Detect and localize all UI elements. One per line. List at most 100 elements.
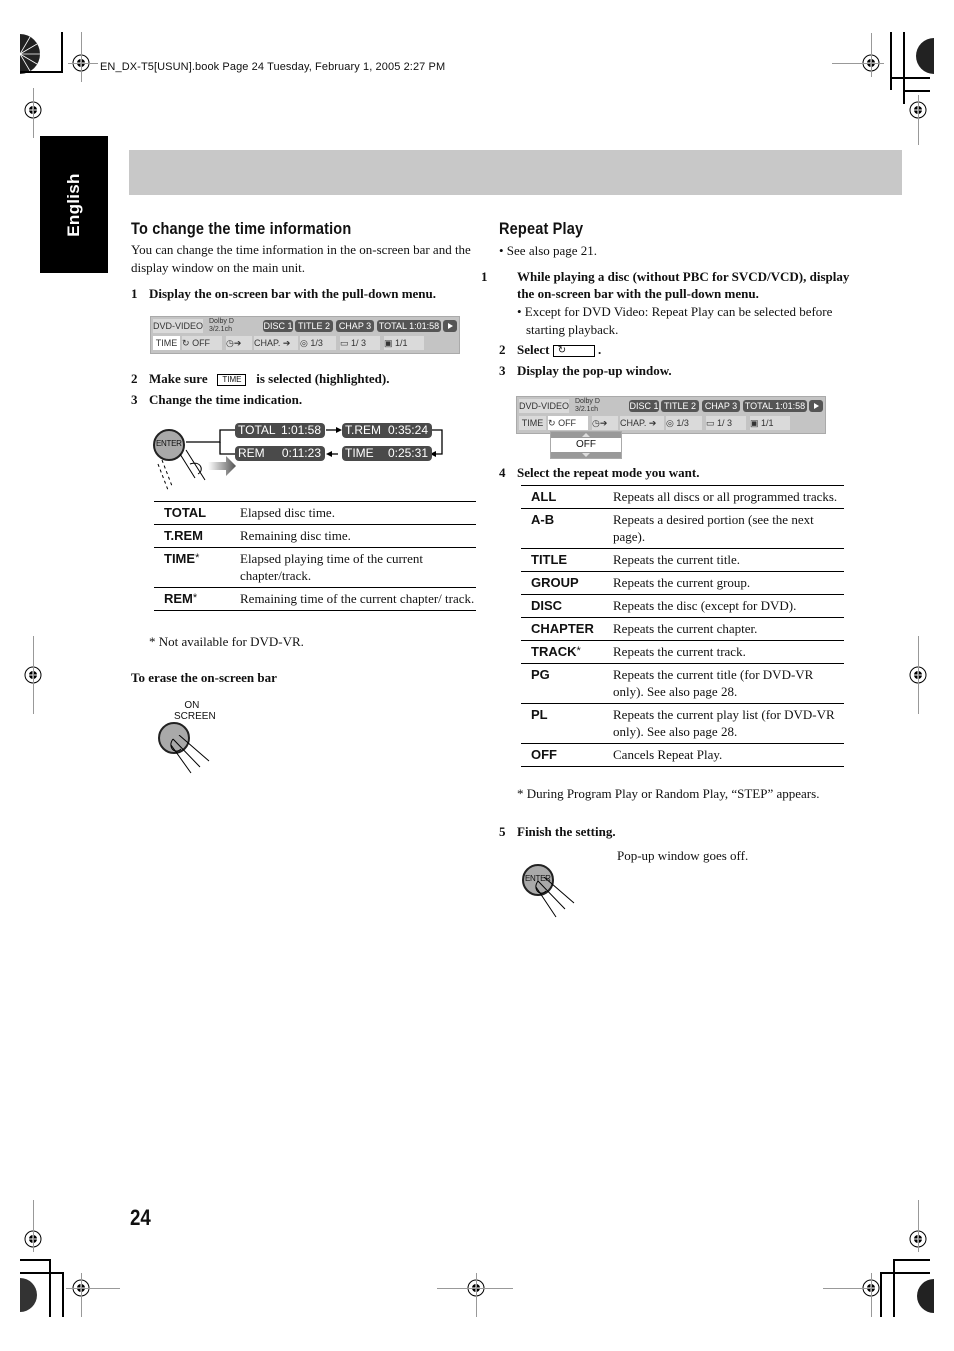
erase-bar-heading: To erase the on-screen bar bbox=[131, 670, 277, 685]
table-description: Repeats the current title (for DVD-VR on… bbox=[613, 663, 844, 704]
table-description: Repeats the current title. bbox=[613, 548, 844, 572]
osd-disc: DISC 1 bbox=[629, 400, 659, 412]
osd-total-time: TOTAL 1:01:58 bbox=[377, 320, 441, 332]
registration-starburst-icon bbox=[20, 1278, 37, 1312]
scroll-up-icon[interactable] bbox=[551, 432, 621, 438]
time-step-3: 3 Change the time indication. bbox=[131, 392, 303, 407]
table-key: PL bbox=[521, 703, 613, 744]
language-tab-label: English bbox=[64, 172, 83, 237]
play-icon bbox=[809, 400, 823, 412]
time-step-1: 1 Display the on-screen bar with the pull… bbox=[131, 286, 436, 301]
page-number: 24 bbox=[130, 1205, 151, 1230]
osd-audio-format: Dolby D 3/2.1ch bbox=[575, 398, 600, 413]
repeat-step-5: 5 Finish the setting. bbox=[499, 824, 616, 839]
osd-title: TITLE 2 bbox=[295, 320, 333, 332]
table-key: TOTAL bbox=[154, 501, 240, 525]
registration-starburst-icon bbox=[917, 1279, 934, 1313]
table-row: TITLE Repeats the current title. bbox=[521, 548, 844, 572]
table-row: ALL Repeats all discs or all programmed t… bbox=[521, 485, 844, 509]
repeat-footnote: * During Program Play or Random Play, “S… bbox=[517, 786, 820, 801]
table-key: A-B bbox=[521, 508, 613, 549]
time-info-table: TOTAL Elapsed disc time. T.REM Remaining di… bbox=[154, 501, 476, 611]
osd-repeat-item[interactable]: ↻ OFF bbox=[548, 416, 588, 430]
finger-press-icon bbox=[170, 735, 210, 774]
table-key: CHAPTER bbox=[521, 617, 613, 641]
repeat-icon: ↻ bbox=[548, 418, 556, 428]
registration-starburst-icon bbox=[916, 38, 934, 74]
table-row: OFF Cancels Repeat Play. bbox=[521, 743, 844, 767]
table-key: T.REM bbox=[154, 524, 240, 548]
table-key: ALL bbox=[521, 485, 613, 509]
on-screen-bar-repeat: DVD-VIDEO Dolby D 3/2.1ch DISC 1 TITLE 2 … bbox=[516, 396, 826, 434]
repeat-see-also: • See also page 21. bbox=[499, 243, 598, 258]
osd-source: DVD-VIDEO bbox=[519, 399, 570, 413]
osd-time-item[interactable]: TIME bbox=[519, 416, 546, 430]
book-meta-header: EN_DX-T5[USUN].book Page 24 Tuesday, Feb… bbox=[100, 61, 446, 73]
table-row: CHAPTER Repeats the current chapter. bbox=[521, 617, 844, 641]
table-description: Repeats all discs or all programmed trac… bbox=[613, 485, 844, 509]
table-row: PG Repeats the current title (for DVD-VR … bbox=[521, 663, 844, 704]
osd-subtitle-item[interactable]: ▭ 1/ 3 bbox=[340, 336, 380, 350]
language-tab: English bbox=[40, 136, 108, 273]
table-key: TITLE bbox=[521, 548, 613, 572]
subtitle-icon: ▭ bbox=[706, 418, 715, 428]
table-description: Repeats the current play list (for DVD-V… bbox=[613, 703, 844, 744]
table-description: Remaining disc time. bbox=[240, 524, 476, 548]
time-box: TIME bbox=[217, 374, 247, 387]
repeat-step-1: 1 While playing a disc (without PBC for S… bbox=[481, 269, 850, 301]
section-title-time-info: To change the time information bbox=[131, 220, 352, 238]
osd-subtitle-item[interactable]: ▭ 1/ 3 bbox=[706, 416, 746, 430]
registration-starburst-icon bbox=[20, 34, 40, 74]
time-chip-time: TIME 0:25:31 bbox=[342, 446, 432, 461]
table-row: TOTAL Elapsed disc time. bbox=[154, 501, 476, 525]
osd-time-select-item[interactable]: ◷➔ bbox=[226, 336, 252, 350]
osd-angle-item[interactable]: ▣ 1/1 bbox=[384, 336, 424, 350]
subtitle-icon: ▭ bbox=[340, 338, 349, 348]
audio-icon: ◎ bbox=[300, 338, 308, 348]
table-description: Repeats the current chapter. bbox=[613, 617, 844, 641]
repeat-step-2: 2 Select ↻ . bbox=[499, 342, 602, 358]
table-row: DISC Repeats the disc (except for DVD). bbox=[521, 594, 844, 618]
osd-angle-item[interactable]: ▣ 1/1 bbox=[750, 416, 790, 430]
osd-chap-item[interactable]: CHAP. ➔ bbox=[254, 336, 298, 350]
popup-value: OFF bbox=[576, 439, 596, 450]
table-key: GROUP bbox=[521, 571, 613, 595]
table-key: TRACK* bbox=[521, 640, 613, 664]
osd-time-item[interactable]: TIME bbox=[153, 336, 180, 350]
table-description: Elapsed disc time. bbox=[240, 501, 476, 525]
table-description: Remaining time of the current chapter/ t… bbox=[240, 587, 476, 611]
scroll-down-icon[interactable] bbox=[551, 452, 621, 458]
osd-chap-item[interactable]: CHAP. ➔ bbox=[620, 416, 664, 430]
repeat-step-3: 3 Display the pop-up window. bbox=[499, 363, 672, 378]
table-row: GROUP Repeats the current group. bbox=[521, 571, 844, 595]
osd-source: DVD-VIDEO bbox=[153, 319, 204, 333]
time-chip-rem: REM 0:11:23 bbox=[235, 446, 325, 461]
table-key: TIME* bbox=[154, 547, 240, 588]
time-chip-total: TOTAL 1:01:58 bbox=[235, 423, 325, 438]
arrow-icon: ➔ bbox=[648, 418, 657, 428]
table-description: Repeats a desired portion (see the next … bbox=[613, 508, 844, 549]
finger-press-icon bbox=[535, 877, 575, 918]
osd-total-time: TOTAL 1:01:58 bbox=[743, 400, 807, 412]
time-step-2: 2 Make sure TIME is selected (highlighted… bbox=[131, 371, 390, 387]
clock-arrow-icon: ◷➔ bbox=[226, 338, 242, 348]
repeat-step-4: 4 Select the repeat mode you want. bbox=[499, 465, 700, 480]
time-chip-trem: T.REM 0:35:24 bbox=[342, 423, 432, 438]
osd-audio-item[interactable]: ◎ 1/3 bbox=[666, 416, 702, 430]
right-arrow-icon bbox=[208, 456, 236, 476]
table-row: TIME* Elapsed playing time of the current… bbox=[154, 547, 476, 588]
table-key: PG bbox=[521, 663, 613, 704]
table-description: Cancels Repeat Play. bbox=[613, 743, 844, 767]
clock-arrow-icon: ◷➔ bbox=[592, 418, 608, 428]
table-row: PL Repeats the current play list (for DVD… bbox=[521, 703, 844, 744]
section-title-repeat-play: Repeat Play bbox=[499, 220, 584, 238]
camera-angle-icon: ▣ bbox=[384, 338, 393, 348]
arrow-icon: ➔ bbox=[282, 338, 291, 348]
audio-icon: ◎ bbox=[666, 418, 674, 428]
repeat-popup-window[interactable]: OFF bbox=[550, 431, 622, 459]
table-row: A-B Repeats a desired portion (see the ne… bbox=[521, 508, 844, 549]
time-info-intro: You can change the time information in t… bbox=[131, 242, 471, 275]
osd-repeat-item[interactable]: ↻ OFF bbox=[182, 336, 222, 350]
osd-audio-item[interactable]: ◎ 1/3 bbox=[300, 336, 336, 350]
osd-time-select-item[interactable]: ◷➔ bbox=[592, 416, 618, 430]
